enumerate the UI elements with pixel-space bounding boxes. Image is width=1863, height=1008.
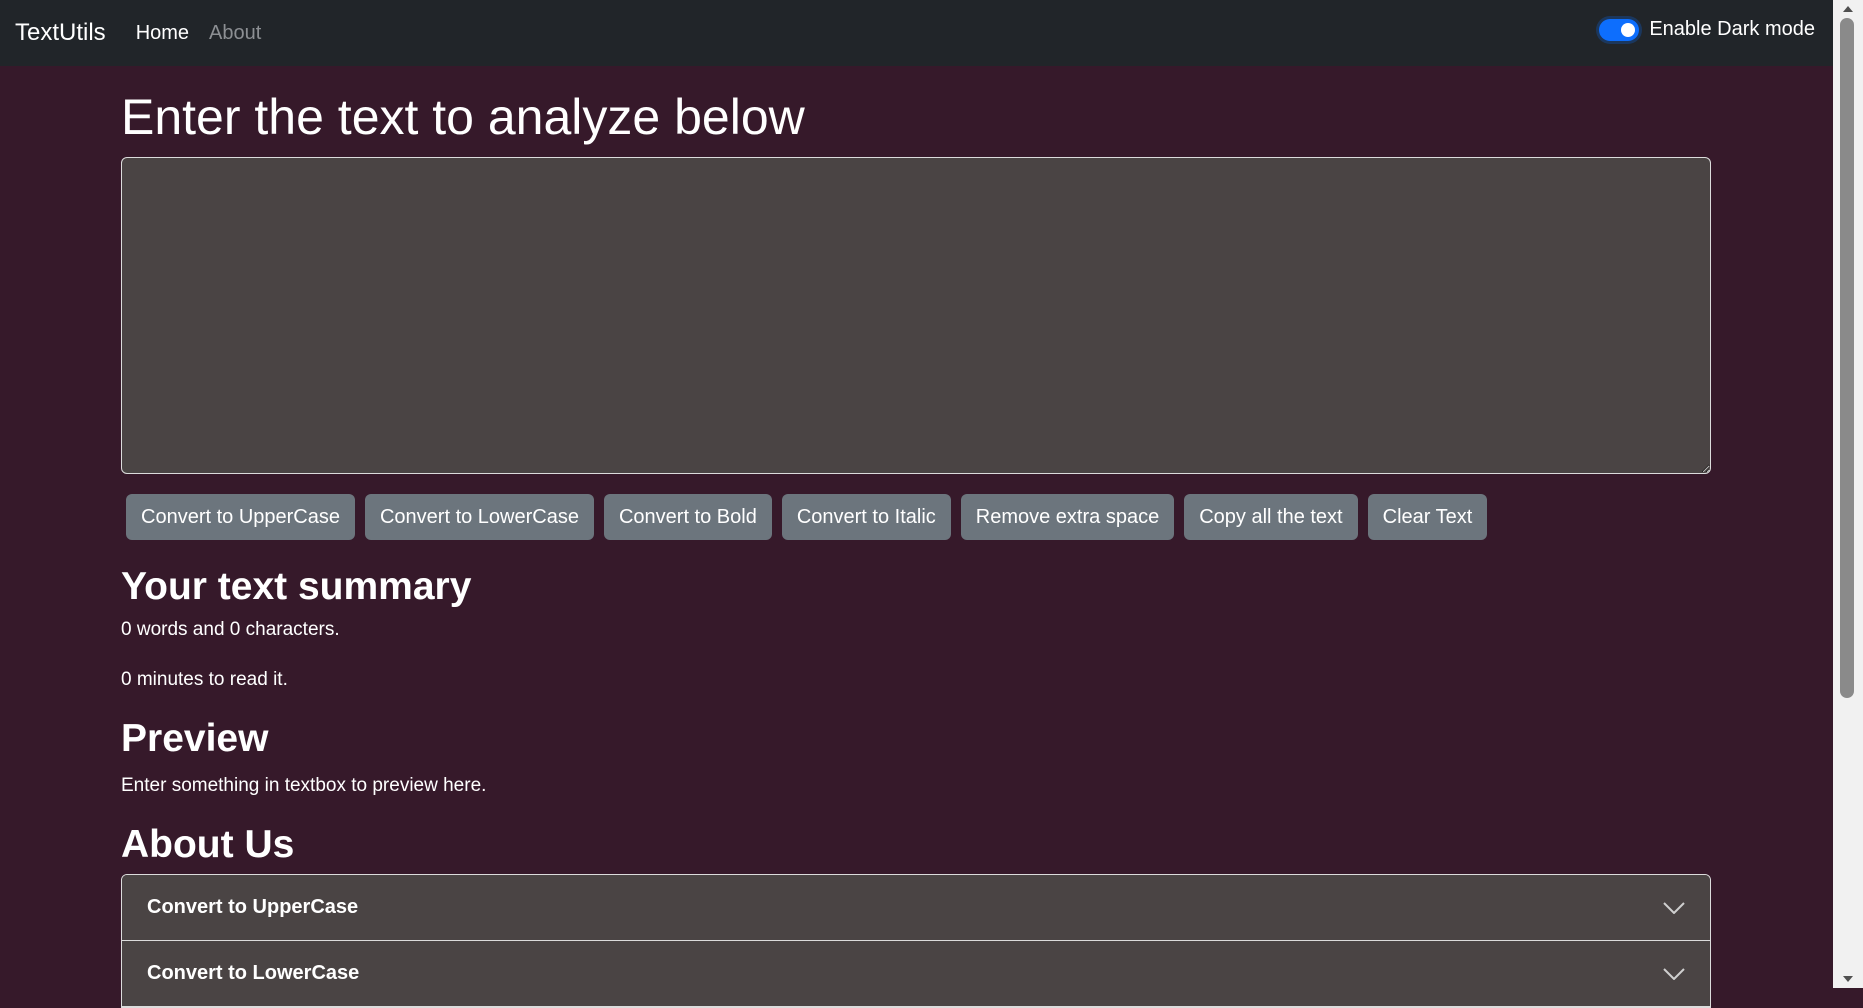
brand-logo[interactable]: TextUtils: [15, 19, 106, 47]
text-input-area[interactable]: [121, 157, 1711, 474]
nav-link-about[interactable]: About: [209, 22, 261, 45]
chevron-down-icon: [1663, 901, 1685, 914]
remove-space-button[interactable]: Remove extra space: [960, 494, 1175, 540]
accordion-item-lowercase[interactable]: Convert to LowerCase: [122, 941, 1710, 1007]
read-time: 0 minutes to read it.: [121, 669, 288, 690]
toggle-switch[interactable]: [1599, 18, 1640, 41]
lowercase-button[interactable]: Convert to LowerCase: [364, 494, 594, 540]
italic-button[interactable]: Convert to Italic: [781, 494, 951, 540]
accordion-item-title: Convert to UpperCase: [147, 896, 359, 918]
accordion-item-uppercase[interactable]: Convert to UpperCase: [122, 875, 1710, 941]
page-title: Enter the text to analyze below: [121, 89, 805, 145]
navbar: TextUtils Home About Enable Dark mode: [0, 0, 1833, 66]
scroll-up-arrow-icon[interactable]: [1843, 6, 1853, 12]
about-heading: About Us: [121, 823, 295, 866]
chevron-down-icon: [1663, 967, 1685, 980]
clear-text-button[interactable]: Clear Text: [1367, 494, 1488, 540]
vertical-scrollbar[interactable]: [1833, 0, 1863, 988]
accordion-item-title: Convert to LowerCase: [147, 962, 360, 984]
summary-heading: Your text summary: [121, 565, 472, 608]
word-char-count: 0 words and 0 characters.: [121, 619, 340, 640]
toggle-knob: [1621, 22, 1636, 37]
copy-text-button[interactable]: Copy all the text: [1184, 494, 1358, 540]
preview-text: Enter something in textbox to preview he…: [121, 775, 487, 796]
action-button-row: Convert to UpperCase Convert to LowerCas…: [126, 494, 1711, 540]
preview-heading: Preview: [121, 717, 269, 760]
scroll-down-arrow-icon[interactable]: [1843, 976, 1853, 982]
dark-mode-toggle[interactable]: Enable Dark mode: [1599, 18, 1815, 41]
main-container: Enter the text to analyze below Convert …: [121, 66, 1711, 1008]
nav-link-home[interactable]: Home: [136, 22, 189, 45]
bold-button[interactable]: Convert to Bold: [603, 494, 772, 540]
dark-mode-label[interactable]: Enable Dark mode: [1649, 18, 1815, 41]
uppercase-button[interactable]: Convert to UpperCase: [126, 494, 355, 540]
scrollbar-thumb[interactable]: [1840, 18, 1854, 698]
